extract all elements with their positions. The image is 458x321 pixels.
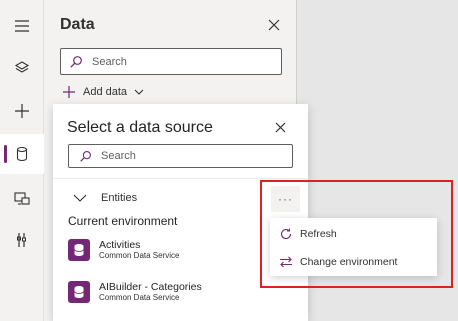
chevron-down-icon	[73, 194, 87, 202]
close-icon[interactable]	[273, 120, 288, 135]
rail-item-advanced-tools[interactable]	[0, 220, 44, 260]
data-source-item[interactable]: AIBuilder - Categories Common Data Servi…	[68, 279, 202, 305]
flyout-title: Select a data source	[67, 119, 213, 136]
data-source-subtitle: Common Data Service	[99, 293, 180, 302]
rail-item-media[interactable]	[0, 178, 44, 218]
media-icon	[14, 192, 30, 205]
plus-icon	[15, 104, 29, 118]
hamburger-menu-icon	[15, 20, 29, 32]
search-placeholder: Search	[101, 150, 136, 162]
search-icon	[70, 55, 82, 68]
search-icon	[80, 150, 91, 162]
data-source-subtitle: Common Data Service	[99, 251, 180, 260]
rail-item-data[interactable]	[0, 134, 44, 174]
data-source-name: AIBuilder - Categories	[99, 281, 202, 293]
left-rail	[0, 0, 44, 321]
layers-icon	[14, 61, 30, 73]
data-source-item[interactable]: Activities Common Data Service	[68, 237, 179, 263]
rail-item-tree-view[interactable]	[0, 48, 44, 88]
add-data-button[interactable]: Add data	[62, 82, 145, 102]
database-icon	[16, 146, 28, 162]
highlight-box	[260, 180, 453, 288]
add-data-label: Add data	[83, 86, 128, 98]
rail-item-insert[interactable]	[0, 91, 44, 131]
flyout-search-input[interactable]: Search	[68, 144, 293, 168]
plus-icon	[63, 86, 75, 98]
chevron-down-icon	[134, 89, 144, 95]
search-placeholder: Search	[92, 55, 127, 68]
panel-search-input[interactable]: Search	[60, 48, 282, 75]
entities-group-toggle[interactable]: Entities	[73, 191, 137, 205]
database-icon	[68, 239, 90, 261]
close-icon[interactable]	[266, 17, 282, 33]
section-label: Current environment	[68, 214, 178, 228]
database-icon	[68, 281, 90, 303]
hamburger-menu-button[interactable]	[0, 6, 44, 46]
data-source-name: Activities	[99, 239, 141, 251]
panel-title: Data	[60, 16, 95, 33]
tools-icon	[17, 233, 26, 247]
divider	[53, 178, 308, 179]
entities-label: Entities	[101, 192, 138, 204]
